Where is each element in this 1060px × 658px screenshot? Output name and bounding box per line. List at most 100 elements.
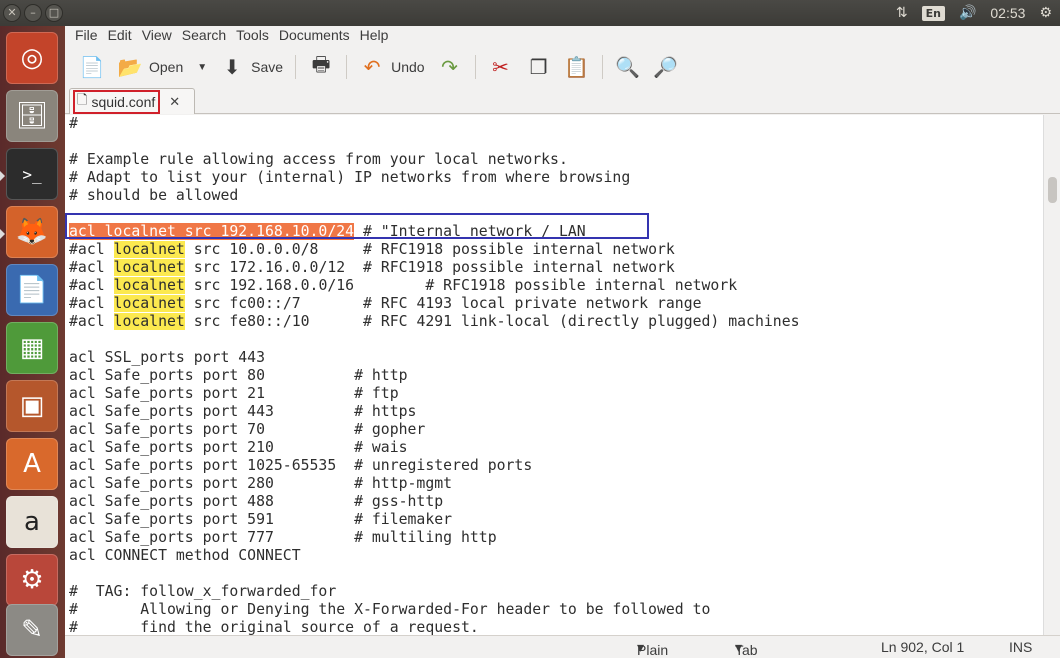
files-icon[interactable]: 🗄 (6, 90, 58, 142)
code-line[interactable]: acl Safe_ports port 443 # https (69, 403, 800, 421)
code-line[interactable]: # Allowing or Denying the X-Forwarded-Fo… (69, 601, 800, 619)
find-replace-icon: 🔎 (653, 56, 678, 79)
document-icon: 🗋 (77, 91, 88, 107)
network-icon[interactable]: ⇅ (896, 5, 908, 21)
menu-view[interactable]: View (137, 26, 177, 46)
code-line[interactable]: # (69, 115, 800, 133)
code-line[interactable]: acl Safe_ports port 21 # ftp (69, 385, 800, 403)
code-line[interactable]: acl Safe_ports port 777 # multiling http (69, 529, 800, 547)
code-line[interactable]: # should be allowed (69, 187, 800, 205)
save-button[interactable]: ⬇ Save (213, 50, 289, 84)
writer-icon[interactable]: 📄 (6, 264, 58, 316)
print-button[interactable]: 🖶 (302, 50, 340, 84)
tab-label: squid.conf (91, 93, 156, 110)
search-match: localnet (113, 313, 185, 330)
top-panel: ✕ – □ ⇅ En 🔊 02:53 ⚙ (0, 0, 1060, 26)
close-window-button[interactable]: ✕ (3, 4, 21, 22)
window-controls: ✕ – □ (3, 4, 63, 22)
code-line[interactable]: # Adapt to list your (internal) IP netwo… (69, 169, 800, 187)
code-line[interactable] (69, 565, 800, 583)
search-match: localnet (113, 259, 185, 276)
code-line[interactable]: acl SSL_ports port 443 (69, 349, 800, 367)
impress-icon[interactable]: ▣ (6, 380, 58, 432)
menu-help[interactable]: Help (355, 26, 394, 46)
keyboard-layout-indicator[interactable]: En (921, 5, 945, 21)
scrollbar-thumb[interactable] (1048, 177, 1057, 203)
document-tabs: 🗋 squid.conf ✕ (65, 86, 1060, 114)
settings-icon[interactable]: ⚙ (6, 554, 58, 606)
code-line[interactable]: # TAG: follow_x_forwarded_for (69, 583, 800, 601)
chevron-down-icon[interactable]: ▼ (197, 62, 207, 73)
open-label: Open (149, 59, 184, 75)
save-icon: ⬇ (223, 56, 241, 79)
cut-button[interactable]: ✂ (482, 50, 520, 84)
find-button[interactable]: 🔍 (609, 50, 647, 84)
annotation-box (65, 213, 649, 239)
volume-icon[interactable]: 🔊 (959, 5, 976, 21)
editor-content[interactable]: # # Example rule allowing access from you… (69, 115, 800, 635)
minimize-window-button[interactable]: – (24, 4, 42, 22)
undo-button[interactable]: ↶ Undo (353, 50, 430, 84)
save-label: Save (251, 59, 284, 75)
menu-documents[interactable]: Documents (274, 26, 355, 46)
redo-icon: ↷ (441, 56, 458, 79)
tab-squid-conf[interactable]: 🗋 squid.conf ✕ (69, 88, 195, 114)
code-line[interactable]: # find the original source of a request. (69, 619, 800, 635)
code-line[interactable]: #acl localnet src fe80::/10 # RFC 4291 l… (69, 313, 800, 331)
maximize-window-button[interactable]: □ (45, 4, 63, 22)
firefox-icon[interactable]: 🦊 (6, 206, 58, 258)
clock[interactable]: 02:53 (990, 5, 1025, 21)
vertical-scrollbar[interactable] (1043, 115, 1060, 635)
open-button[interactable]: 📂 Open ▼ (111, 50, 213, 84)
undo-label: Undo (391, 59, 425, 75)
code-line[interactable]: acl Safe_ports port 210 # wais (69, 439, 800, 457)
calc-icon[interactable]: ▦ (6, 322, 58, 374)
search-match: localnet (113, 241, 185, 258)
language-label: Plain Text (637, 642, 669, 658)
launcher: ◎ 🗄 >_ 🦊 📄 ▦ ▣ A a ⚙ ✎ (0, 26, 65, 658)
system-tray: ⇅ En 🔊 02:53 ⚙ (896, 3, 1052, 23)
close-icon[interactable]: ✕ (169, 94, 180, 110)
tab-width-label: Tab Width: 8 (735, 642, 758, 658)
language-selector[interactable]: Plain Text ▾ (637, 639, 668, 658)
code-line[interactable]: #acl localnet src 192.168.0.0/16 # RFC19… (69, 277, 800, 295)
replace-button[interactable]: 🔎 (647, 50, 685, 84)
code-line[interactable]: acl Safe_ports port 591 # filemaker (69, 511, 800, 529)
code-line[interactable] (69, 133, 800, 151)
search-match: localnet (113, 277, 185, 294)
paste-button[interactable]: 📋 (558, 50, 596, 84)
ubuntu-logo-icon[interactable]: ◎ (6, 32, 58, 84)
tab-width-selector[interactable]: Tab Width: 8 ▾ (735, 639, 758, 658)
cursor-position: Ln 902, Col 1 (881, 639, 965, 655)
code-line[interactable]: acl Safe_ports port 70 # gopher (69, 421, 800, 439)
new-button[interactable]: 📄 (73, 50, 111, 84)
code-line[interactable]: acl Safe_ports port 488 # gss-http (69, 493, 800, 511)
paste-icon: 📋 (564, 56, 589, 79)
amazon-icon[interactable]: a (6, 496, 58, 548)
software-center-icon[interactable]: A (6, 438, 58, 490)
code-line[interactable]: #acl localnet src 172.16.0.0/12 # RFC191… (69, 259, 800, 277)
undo-icon: ↶ (363, 56, 381, 79)
code-line[interactable]: acl CONNECT method CONNECT (69, 547, 800, 565)
new-document-icon: 📄 (79, 56, 105, 79)
menu-search[interactable]: Search (177, 26, 231, 46)
copy-button[interactable]: ❐ (520, 50, 558, 84)
gear-icon[interactable]: ⚙ (1039, 5, 1052, 21)
menu-file[interactable]: File (70, 26, 103, 46)
redo-button[interactable]: ↷ (431, 50, 469, 84)
terminal-icon[interactable]: >_ (6, 148, 58, 200)
copy-icon: ❐ (529, 56, 548, 79)
text-editor[interactable]: # # Example rule allowing access from you… (65, 115, 1043, 635)
folder-icon: 📂 (117, 56, 143, 79)
code-line[interactable]: acl Safe_ports port 280 # http-mgmt (69, 475, 800, 493)
menu-edit[interactable]: Edit (103, 26, 137, 46)
code-line[interactable]: # Example rule allowing access from your… (69, 151, 800, 169)
code-line[interactable]: #acl localnet src 10.0.0.0/8 # RFC1918 p… (69, 241, 800, 259)
insert-mode: INS (1009, 639, 1033, 655)
code-line[interactable] (69, 331, 800, 349)
code-line[interactable]: #acl localnet src fc00::/7 # RFC 4193 lo… (69, 295, 800, 313)
code-line[interactable]: acl Safe_ports port 1025-65535 # unregis… (69, 457, 800, 475)
code-line[interactable]: acl Safe_ports port 80 # http (69, 367, 800, 385)
menu-tools[interactable]: Tools (231, 26, 274, 46)
gedit-icon[interactable]: ✎ (6, 604, 58, 656)
